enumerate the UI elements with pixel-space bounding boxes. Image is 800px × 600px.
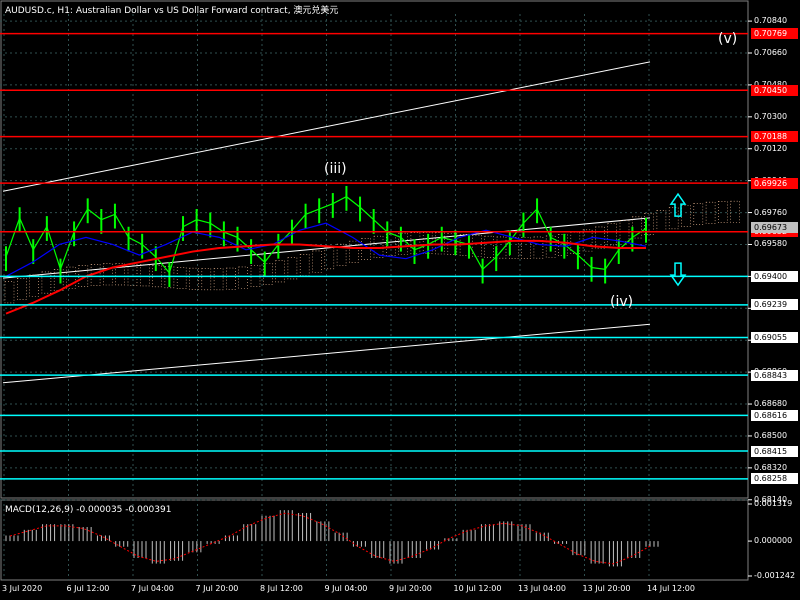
time-axis-label: 9 Jul 04:00 xyxy=(324,584,368,593)
y-axis-tick-label: 0.70840 xyxy=(754,16,788,26)
up-arrow-icon xyxy=(669,192,687,217)
resistance-price-label: 0.70188 xyxy=(751,131,798,143)
time-axis-label: 3 Jul 2020 xyxy=(2,584,43,593)
chart-title: AUDUSD.c, H1: Australian Dollar vs US Do… xyxy=(5,6,339,16)
cloud-segment xyxy=(226,267,236,290)
support-price-label: 0.69239 xyxy=(751,299,798,311)
cloud-segment xyxy=(484,235,495,258)
main-plot-frame xyxy=(0,0,749,499)
support-price-label: 0.68616 xyxy=(751,409,798,421)
support-price-label: 0.68415 xyxy=(751,445,798,457)
y-axis-tick-label: 0.70660 xyxy=(754,48,788,57)
cloud-segment xyxy=(201,268,212,291)
cloud-segment xyxy=(238,266,248,289)
wave-label: (iii) xyxy=(324,160,347,177)
cloud-segment xyxy=(693,203,704,226)
cloud-segment xyxy=(681,204,691,227)
cloud-segment xyxy=(275,260,285,283)
resistance-price-label: 0.70769 xyxy=(751,28,798,40)
support-price-label: 0.69400 xyxy=(751,270,798,282)
cloud-segment xyxy=(213,268,224,291)
cloud-segment xyxy=(668,207,679,230)
cloud-segment xyxy=(607,223,618,246)
macd-tick-label: -0.001242 xyxy=(754,571,796,580)
time-axis-label: 14 Jul 12:00 xyxy=(647,584,695,593)
down-arrow-icon xyxy=(669,262,687,287)
cloud-segment xyxy=(435,232,445,255)
chart-window[interactable]: AUDUSD.c, H1: Australian Dollar vs US Do… xyxy=(0,0,800,600)
wave-label: (v) xyxy=(718,30,738,47)
cloud-segment xyxy=(140,264,150,287)
channel-lower-line xyxy=(2,323,651,384)
y-axis-tick-label: 0.68320 xyxy=(754,462,788,472)
time-axis-label: 10 Jul 12:00 xyxy=(453,584,502,593)
macd-tick-label: 0.000000 xyxy=(754,536,793,546)
current-price-label: 0.69673 xyxy=(751,222,798,234)
time-axis-label: 6 Jul 12:00 xyxy=(66,584,110,593)
time-axis-label: 8 Jul 12:00 xyxy=(260,584,303,593)
y-axis-tick-label: 0.69580 xyxy=(754,239,788,249)
y-axis-tick-label: 0.70120 xyxy=(754,143,788,153)
cloud-segment xyxy=(103,263,113,286)
support-price-label: 0.68843 xyxy=(751,369,798,381)
time-axis-label: 7 Jul 04:00 xyxy=(131,584,174,593)
resistance-price-label: 0.69926 xyxy=(751,177,798,189)
support-price-label: 0.68258 xyxy=(751,473,798,485)
y-axis-tick-label: 0.69760 xyxy=(754,207,788,217)
cloud-segment xyxy=(299,254,310,276)
time-axis-label: 13 Jul 20:00 xyxy=(582,584,631,593)
macd-title: MACD(12,26,9) -0.000035 -0.000391 xyxy=(5,505,172,515)
cloud-segment xyxy=(16,277,27,300)
cloud-segment xyxy=(29,274,39,297)
cloud-segment xyxy=(176,267,187,290)
macd-tick-label: 0.001319 xyxy=(754,499,793,508)
cloud-segment xyxy=(41,271,52,294)
cloud-segment xyxy=(558,234,568,257)
ma-red-line xyxy=(5,239,646,315)
y-axis-tick-label: 0.68680 xyxy=(754,399,788,409)
cloud-segment xyxy=(189,267,199,290)
time-axis-label: 7 Jul 20:00 xyxy=(195,584,239,593)
cloud-segment xyxy=(730,200,741,223)
y-axis-tick-label: 0.70300 xyxy=(754,111,788,121)
resistance-price-label: 0.70450 xyxy=(751,84,798,96)
support-price-label: 0.69055 xyxy=(751,332,798,344)
cloud-segment xyxy=(656,210,667,232)
time-axis-label: 9 Jul 20:00 xyxy=(389,584,432,593)
macd-signal-line xyxy=(9,512,651,565)
cloud-segment xyxy=(4,281,15,304)
time-axis-label: 13 Jul 04:00 xyxy=(518,584,566,593)
y-axis-tick-label: 0.68500 xyxy=(754,430,788,440)
wave-label: (iv) xyxy=(610,294,634,311)
cloud-segment xyxy=(619,219,630,242)
cloud-segment xyxy=(312,250,322,273)
